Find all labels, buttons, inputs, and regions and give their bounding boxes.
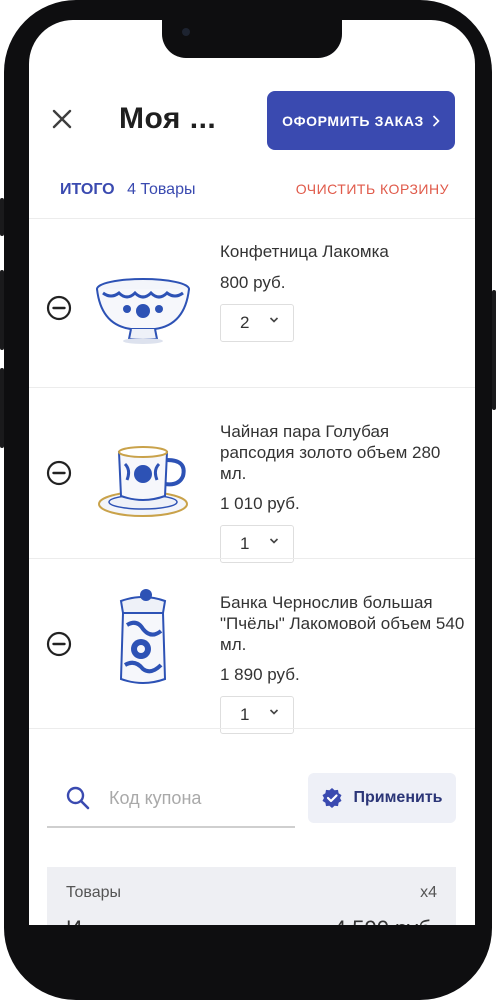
close-icon bbox=[52, 109, 72, 129]
summary-goods-count: x4 bbox=[420, 884, 437, 901]
phone-frame: Моя ... ОФОРМИТЬ ЗАКАЗ ИТОГО 4 Товары ОЧ… bbox=[0, 0, 496, 1000]
tea-cup-image bbox=[98, 446, 188, 517]
checkout-button-label: ОФОРМИТЬ ЗАКАЗ bbox=[282, 112, 424, 129]
item-price: 800 руб. bbox=[220, 273, 286, 292]
quantity-value: 2 bbox=[240, 313, 250, 332]
search-icon bbox=[66, 786, 90, 810]
quantity-value: 1 bbox=[240, 534, 250, 553]
cart-item: Конфетница Лакомка 800 руб. 2 bbox=[29, 219, 475, 387]
chevron-right-icon bbox=[432, 114, 440, 127]
coupon-field bbox=[47, 772, 295, 828]
chevron-down-icon bbox=[269, 317, 279, 323]
coupon-input[interactable] bbox=[107, 782, 287, 814]
cart-item: Банка Чернослив большая "Пчёлы" Лакомово… bbox=[29, 559, 475, 734]
jar-image bbox=[119, 589, 167, 684]
summary-total-value: 4 590 руб. bbox=[334, 916, 437, 925]
page-title: Моя ... bbox=[119, 102, 217, 135]
item-name: Чайная пара Голубая рапсодия золото объе… bbox=[220, 422, 441, 483]
checkout-button[interactable]: ОФОРМИТЬ ЗАКАЗ bbox=[267, 91, 455, 150]
remove-item-icon[interactable] bbox=[46, 631, 72, 657]
item-price: 1 890 руб. bbox=[220, 665, 300, 684]
summary-total-label: И bbox=[66, 916, 82, 925]
power-button bbox=[492, 290, 496, 410]
item-name: Конфетница Лакомка bbox=[220, 242, 389, 261]
apply-coupon-button[interactable]: Применить bbox=[308, 773, 456, 823]
item-name: Банка Чернослив большая "Пчёлы" Лакомово… bbox=[220, 593, 465, 654]
camera-icon bbox=[182, 28, 190, 36]
mute-switch bbox=[0, 198, 4, 236]
clear-cart-button[interactable]: ОЧИСТИТЬ КОРЗИНУ bbox=[296, 181, 449, 197]
quantity-select[interactable]: 2 bbox=[220, 304, 294, 342]
close-button[interactable] bbox=[51, 108, 73, 130]
cart-item: Чайная пара Голубая рапсодия золото объе… bbox=[29, 388, 475, 563]
summary-goods-label: Товары bbox=[66, 884, 122, 901]
item-price: 1 010 руб. bbox=[220, 494, 300, 513]
chevron-down-icon bbox=[269, 538, 279, 544]
app-screen: Моя ... ОФОРМИТЬ ЗАКАЗ ИТОГО 4 Товары ОЧ… bbox=[29, 20, 475, 925]
chevron-down-icon bbox=[269, 709, 279, 715]
order-summary: Товары x4 И 4 590 руб. bbox=[47, 867, 456, 925]
quantity-value: 1 bbox=[240, 705, 250, 724]
cart-totals-bar: ИТОГО 4 Товары ОЧИСТИТЬ КОРЗИНУ bbox=[60, 181, 449, 203]
remove-item-icon[interactable] bbox=[46, 460, 72, 486]
divider bbox=[29, 728, 475, 729]
bowl-image bbox=[96, 278, 190, 344]
verified-check-icon bbox=[322, 788, 342, 808]
total-label: ИТОГО bbox=[60, 181, 115, 198]
volume-up-button bbox=[0, 270, 4, 350]
volume-down-button bbox=[0, 368, 4, 448]
phone-notch bbox=[162, 20, 342, 58]
total-count: 4 Товары bbox=[127, 181, 196, 198]
apply-coupon-label: Применить bbox=[353, 789, 443, 806]
remove-item-icon[interactable] bbox=[46, 295, 72, 321]
